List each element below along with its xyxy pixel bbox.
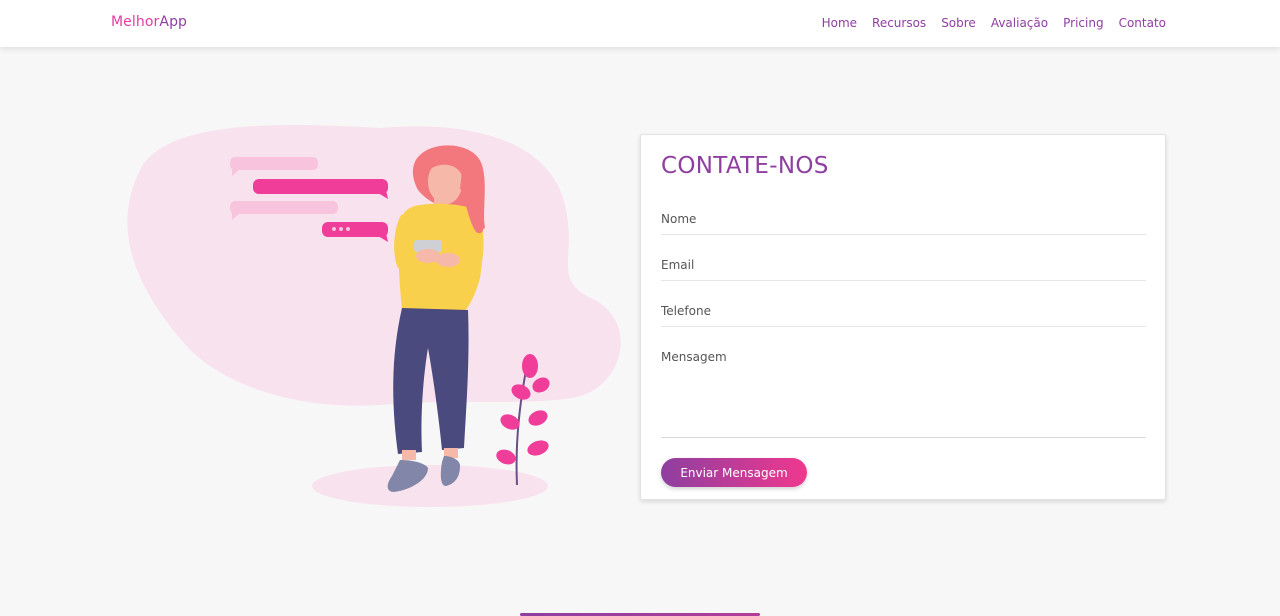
brand-part-1: Melhor (111, 14, 160, 30)
contact-illustration (110, 110, 640, 520)
message-field[interactable] (661, 350, 1146, 438)
email-field[interactable] (661, 258, 1146, 281)
navbar: MelhorApp Home Recursos Sobre Avaliação … (0, 0, 1280, 47)
nav-link-avaliacao[interactable]: Avaliação (991, 16, 1048, 30)
nav-link-recursos[interactable]: Recursos (872, 16, 926, 30)
contact-form-card: CONTATE-NOS Enviar Mensagem (640, 134, 1166, 500)
nav-link-contato[interactable]: Contato (1119, 16, 1166, 30)
floor-shadow (312, 465, 548, 507)
name-field[interactable] (661, 212, 1146, 235)
woman-texting-illustration-icon (127, 124, 621, 507)
background-blob (127, 124, 621, 406)
brand-logo[interactable]: MelhorApp (111, 14, 187, 30)
brand-part-2: App (159, 14, 188, 30)
nav-menu: Home Recursos Sobre Avaliação Pricing Co… (822, 16, 1166, 30)
send-message-button[interactable]: Enviar Mensagem (661, 458, 807, 487)
nav-link-sobre[interactable]: Sobre (941, 16, 976, 30)
phone-field[interactable] (661, 304, 1146, 327)
contact-title: CONTATE-NOS (661, 153, 829, 179)
nav-link-pricing[interactable]: Pricing (1063, 16, 1103, 30)
nav-link-home[interactable]: Home (822, 16, 857, 30)
